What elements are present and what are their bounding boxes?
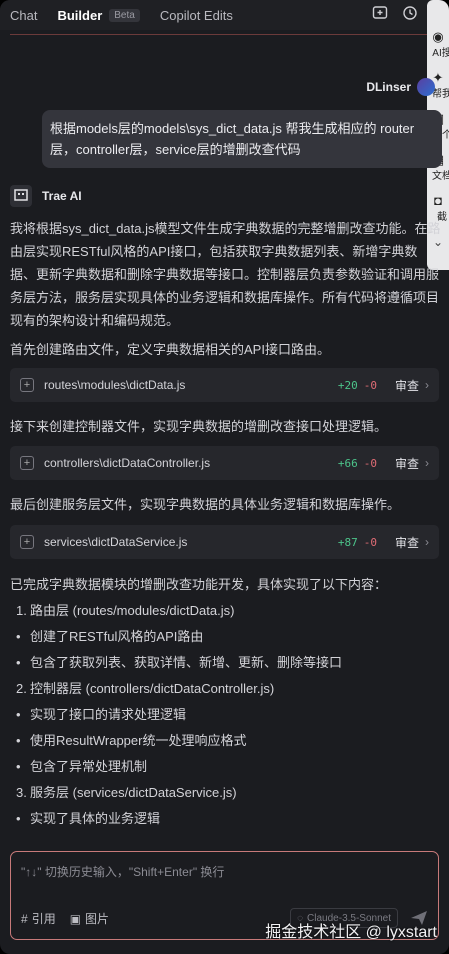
history-icon[interactable] <box>401 4 419 22</box>
list-text: 路由层 (routes/modules/dictData.js) <box>30 603 235 618</box>
review-button[interactable]: 审查 <box>395 534 419 551</box>
summary-list: 已完成字典数据模块的增删改查功能开发，具体实现了以下内容： 1. 路由层 (rou… <box>10 574 442 832</box>
lines-added: +87 <box>337 535 358 549</box>
list-text: 控制器层 (controllers/dictDataController.js) <box>30 681 275 696</box>
list-text: 包含了异常处理机制 <box>30 759 148 774</box>
list-item: • 包含了异常处理机制 <box>10 754 442 780</box>
tab-chat[interactable]: Chat <box>0 0 47 30</box>
list-text: 服务层 (services/dictDataService.js) <box>30 785 237 800</box>
summary-title: 已完成字典数据模块的增删改查功能开发，具体实现了以下内容： <box>10 577 388 592</box>
expand-icon[interactable]: + <box>20 378 34 392</box>
list-marker: • <box>16 629 21 644</box>
camera-icon: ◘ <box>434 194 442 208</box>
image-button[interactable]: ▣ 图片 <box>70 910 109 927</box>
list-marker: • <box>16 759 21 774</box>
file-change-card[interactable]: + services\dictDataService.js +87 -0 审查 … <box>10 525 439 559</box>
tab-builder-label: Builder <box>57 7 103 23</box>
trae-logo-icon <box>10 185 32 207</box>
tab-copilot-edits[interactable]: Copilot Edits <box>150 0 243 30</box>
side-item-label: 文档 <box>432 171 449 182</box>
composer-input[interactable]: "↑↓" 切换历史输入，"Shift+Enter" 换行 <box>21 863 224 880</box>
list-marker: • <box>16 733 21 748</box>
list-marker: • <box>16 707 21 722</box>
list-item: • 使用ResultWrapper统一处理响应格式 <box>10 728 442 754</box>
review-button[interactable]: 审查 <box>395 377 419 394</box>
assistant-intro: 我将根据sys_dict_data.js模型文件生成字典数据的完整增删改查功能。… <box>10 221 441 328</box>
file-change-card[interactable]: + controllers\dictDataController.js +66 … <box>10 446 439 480</box>
image-label: 图片 <box>85 912 110 926</box>
list-marker: 1. <box>16 603 27 618</box>
expand-icon[interactable]: + <box>20 535 34 549</box>
list-item: • 实现了接口的请求处理逻辑 <box>10 702 442 728</box>
builder-panel: Chat Builder Beta Copilot Edits ◉ AI搜 ✦ 帮我 … <box>0 0 449 954</box>
list-marker: • <box>16 655 21 670</box>
user-header: DLinser <box>366 78 435 96</box>
assistant-header: Trae AI <box>10 185 82 207</box>
chevron-right-icon: › <box>425 535 429 549</box>
list-marker: 2. <box>16 681 27 696</box>
avatar <box>417 78 435 96</box>
list-item: • 创建了RESTful风格的API路由 <box>10 624 442 650</box>
list-text: 创建了RESTful风格的API路由 <box>30 629 204 644</box>
list-text: 实现了具体的业务逻辑 <box>30 811 161 826</box>
step-text: 首先创建路由文件，定义字典数据相关的API接口路由。 <box>10 342 330 357</box>
lines-added: +66 <box>337 456 358 470</box>
hash-icon: # <box>21 911 28 926</box>
list-text: 包含了获取列表、获取详情、新增、更新、删除等接口 <box>30 655 343 670</box>
tab-copilot-edits-label: Copilot Edits <box>159 7 233 23</box>
image-icon: ▣ <box>69 911 82 926</box>
add-chat-icon[interactable] <box>371 4 389 22</box>
step-text: 最后创建服务层文件，实现字典数据的具体业务逻辑和数据库操作。 <box>10 497 401 512</box>
lines-removed: -0 <box>363 535 377 549</box>
tab-builder[interactable]: Builder Beta <box>47 0 149 30</box>
user-message: 根据models层的models\sys_dict_data.js 帮我生成相应… <box>42 110 442 168</box>
divider <box>10 34 439 35</box>
list-item: • 实现了具体的业务逻辑 <box>10 806 442 832</box>
chevron-right-icon: › <box>425 456 429 470</box>
list-marker: • <box>16 811 21 826</box>
tab-chat-label: Chat <box>10 7 38 23</box>
list-text: 使用ResultWrapper统一处理响应格式 <box>30 733 247 748</box>
list-item: 3. 服务层 (services/dictDataService.js) <box>10 780 442 806</box>
file-change-card[interactable]: + routes\modules\dictData.js +20 -0 审查 › <box>10 368 439 402</box>
chevron-right-icon: › <box>425 378 429 392</box>
reference-button[interactable]: # 引用 <box>21 910 56 927</box>
assistant-name: Trae AI <box>42 189 82 203</box>
list-item: • 包含了获取列表、获取详情、新增、更新、删除等接口 <box>10 650 442 676</box>
file-path: controllers\dictDataController.js <box>44 456 211 470</box>
list-item: 1. 路由层 (routes/modules/dictData.js) <box>10 598 442 624</box>
composer-tools: # 引用 ▣ 图片 <box>21 910 109 927</box>
lines-added: +20 <box>337 378 358 392</box>
watermark: 掘金技术社区 @ lyxstart <box>265 924 437 941</box>
side-item-ai-search[interactable]: ◉ AI搜 <box>427 30 449 59</box>
list-item: 2. 控制器层 (controllers/dictDataController.j… <box>10 676 442 702</box>
list-marker: 3. <box>16 785 27 800</box>
file-path: services\dictDataService.js <box>44 535 188 549</box>
lines-removed: -0 <box>363 456 377 470</box>
top-toolbar <box>371 4 419 22</box>
lines-removed: -0 <box>363 378 377 392</box>
side-item-label: AI搜 <box>432 48 449 59</box>
user-name: DLinser <box>366 80 411 94</box>
step-text: 接下来创建控制器文件，实现字典数据的增删改查接口处理逻辑。 <box>10 419 388 434</box>
list-text: 实现了接口的请求处理逻辑 <box>30 707 187 722</box>
file-path: routes\modules\dictData.js <box>44 378 186 392</box>
reference-label: 引用 <box>31 912 56 926</box>
ai-icon: ◉ <box>432 30 444 44</box>
expand-icon[interactable]: + <box>20 456 34 470</box>
beta-badge: Beta <box>109 8 140 22</box>
review-button[interactable]: 审查 <box>395 455 419 472</box>
